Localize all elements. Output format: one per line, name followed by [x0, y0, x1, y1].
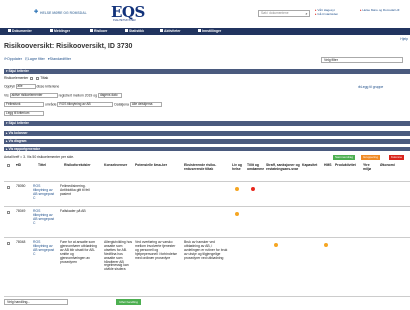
- risk-dot-straff: [274, 243, 278, 247]
- filter-select[interactable]: Velg filter: [321, 57, 403, 63]
- risk-dot-tillit: [251, 187, 255, 191]
- main-nav: Dokumenter Meldinger Risikoer Statistikk…: [0, 28, 410, 35]
- col-hms[interactable]: HMS: [324, 163, 332, 167]
- risk-dot-liv-helse: [235, 187, 239, 191]
- add-criterion-select[interactable]: Legg til kriterium: [4, 111, 44, 116]
- section-criteria-header[interactable]: ▾ Skjul kriterier: [4, 121, 410, 126]
- nav-icon: [90, 29, 93, 32]
- col-produktivitet[interactable]: Produktivitet: [335, 163, 356, 167]
- col-tillit[interactable]: Tillit og omdømme: [247, 163, 264, 171]
- help-link[interactable]: Hjelp: [400, 37, 408, 41]
- section-rapport-header[interactable]: ▸ Vis rapportgenerator: [4, 147, 410, 151]
- col-id[interactable]: ▾ID: [16, 163, 21, 167]
- organization-logo[interactable]: ✚ HELSE MØRE OG ROMSDAL: [34, 10, 87, 16]
- nav-icon: [50, 29, 53, 32]
- col-liv-helse[interactable]: Liv og helse: [232, 163, 244, 171]
- site-header: ✚ HELSE MØRE OG ROMSDAL EQS KVALITETSSYS…: [0, 0, 410, 28]
- vis-select[interactable]: aktive risikoelementer: [9, 93, 58, 98]
- toolbar-links: ⟳Oppdater ⎘Lagre filter ▾Standardfilter: [4, 57, 73, 61]
- page-title: Risikooversikt: Risikooversikt, ID 3730: [4, 43, 133, 50]
- nav-meldinger[interactable]: Meldinger: [50, 28, 70, 35]
- organization-emblem-icon: ✚: [34, 9, 39, 15]
- col-risk[interactable]: Risikoforekdsler: [64, 163, 91, 167]
- col-arsaker[interactable]: Potensielle årsa-ker: [135, 163, 173, 167]
- row-risk: Feilmedisinering. Antibiotika gitt til f…: [60, 184, 90, 196]
- nav-icon: [8, 29, 11, 32]
- standardfilter-link[interactable]: ▾Standardfilter: [48, 57, 72, 61]
- nav-icon: [125, 29, 128, 32]
- action-select[interactable]: Velg handling...: [4, 299, 68, 305]
- row-id: 78050: [16, 184, 26, 188]
- row-checkbox[interactable]: [7, 211, 10, 214]
- oppfyll-select[interactable]: alle: [15, 84, 36, 89]
- table-header: ▾ID Tittel Risikoforekdsler Konsekvenser…: [4, 162, 410, 182]
- col-tiltak[interactable]: Eksisterende risiko-reduserende tiltak: [184, 163, 228, 171]
- delskjema-select[interactable]: Alle delskjema: [129, 102, 162, 107]
- col-konsekvenser[interactable]: Konsekvenser: [104, 163, 127, 167]
- section-filter-header[interactable]: ▾ Skjul kriterier: [4, 69, 410, 74]
- row-title-link[interactable]: ROS tilknytning av AB sengepost C: [33, 240, 55, 257]
- filter-row-add: Legg til kriterium: [4, 111, 44, 116]
- lagre-filter-link[interactable]: ⎘Lagre filter: [25, 57, 46, 61]
- filter-row-vis: Vis aktive risikoelementer registrert me…: [4, 93, 122, 98]
- nav-risikoer[interactable]: Risikoer: [90, 28, 107, 35]
- row-checkbox[interactable]: [7, 242, 10, 245]
- nav-dokumenter[interactable]: Dokumenter: [8, 28, 32, 35]
- eqs-logo-subtitle: KVALITETSSYSTEM: [113, 19, 136, 22]
- row-cause: Ved overføring av varsko mellom involver…: [135, 240, 178, 260]
- row-title-link[interactable]: ROS tilknytning av AB sengepost C: [33, 209, 55, 226]
- table-row[interactable]: 78050 ROS tilknytning av AB sengepost C …: [4, 183, 410, 207]
- col-kapasitet[interactable]: Kapasitet: [302, 163, 317, 167]
- nav-icon: [198, 29, 201, 32]
- sammendrag-button[interactable]: Sammendrag: [333, 155, 356, 160]
- col-tittel[interactable]: Tittel: [38, 163, 46, 167]
- filter-row-elements: Risikoelementer Tiltak: [4, 76, 49, 80]
- header-link[interactable]: ▸ Helse Møre og Romsdal HF: [360, 8, 400, 12]
- row-consequence: Allergiutvikling hos ansatte som utsette…: [104, 240, 133, 272]
- add-group-link[interactable]: ⊕Legg til gruppe: [358, 85, 383, 89]
- nav-aktiviteter[interactable]: Aktiviteter: [160, 28, 181, 35]
- filter-row-oppfyll: Oppfyll alle disse kriteriene: [4, 84, 60, 89]
- result-count: Antall treff = 3. Vis 50 risikoelementer…: [4, 155, 75, 159]
- select-all-checkbox[interactable]: [7, 164, 10, 167]
- row-existing-measures: Bruk av hansker ved utblødning av AB, i …: [184, 240, 228, 260]
- row-risk: Fare for at ansatte som gjennomfører utb…: [60, 240, 97, 264]
- search-icon[interactable]: ⌕: [303, 10, 310, 17]
- nav-icon: [160, 29, 163, 32]
- section-kolonner-header[interactable]: ▸ Vis kolonner: [4, 131, 410, 136]
- organization-name: HELSE MØRE OG ROMSDAL: [40, 11, 87, 15]
- col-straff[interactable]: Straff, sanksjoner og erstatningsans-sva…: [266, 163, 302, 171]
- oppdater-link[interactable]: ⟳Oppdater: [4, 57, 23, 61]
- header-links-right: ▸ Helse Møre og Romsdal HF: [360, 8, 400, 12]
- risk-dot-liv-helse: [235, 212, 239, 216]
- row-title-link[interactable]: ROS tilknytning av AB sengepost C: [33, 184, 55, 201]
- gruppering-button[interactable]: Gruppering: [361, 155, 381, 160]
- header-links-left: ▸ Vårt Hagesyt ▸ Gå til startsiden: [315, 8, 338, 16]
- perform-action-button[interactable]: Utfør handling: [116, 299, 141, 305]
- row-id: 78048: [16, 240, 26, 244]
- ros-select[interactable]: ROS tilknytning av AB: [57, 102, 114, 107]
- risk-dot-hms: [324, 243, 328, 247]
- header-link[interactable]: ▸ Gå til startsiden: [315, 12, 338, 16]
- kolonne-button[interactable]: Kolonne: [389, 155, 405, 160]
- section-diagram-header[interactable]: ▸ Vis diagram: [4, 139, 410, 144]
- tiltak-checkbox[interactable]: [36, 76, 40, 80]
- col-okonomi[interactable]: Økonomi: [380, 163, 395, 167]
- table-row[interactable]: 78049 ROS tilknytning av AB sengepost C …: [4, 208, 410, 238]
- date-select[interactable]: dagens dato: [97, 93, 122, 98]
- row-id: 78049: [16, 209, 26, 213]
- col-ytre-miljo[interactable]: Ytre miljø: [363, 163, 377, 171]
- row-checkbox[interactable]: [7, 186, 10, 189]
- nav-statistikk[interactable]: Statistikk: [125, 28, 144, 35]
- table-row[interactable]: 78048 ROS tilknytning av AB sengepost C …: [4, 239, 410, 297]
- row-risk: Fallskader på AB: [60, 209, 86, 213]
- filter-row-omrade: Fellesfunk område ROS tilknytning av AB …: [4, 102, 162, 107]
- risikoelementer-checkbox[interactable]: [30, 76, 34, 80]
- fellesfunk-select[interactable]: Fellesfunk: [4, 102, 44, 107]
- nav-innstillinger[interactable]: Innstillinger: [198, 28, 221, 35]
